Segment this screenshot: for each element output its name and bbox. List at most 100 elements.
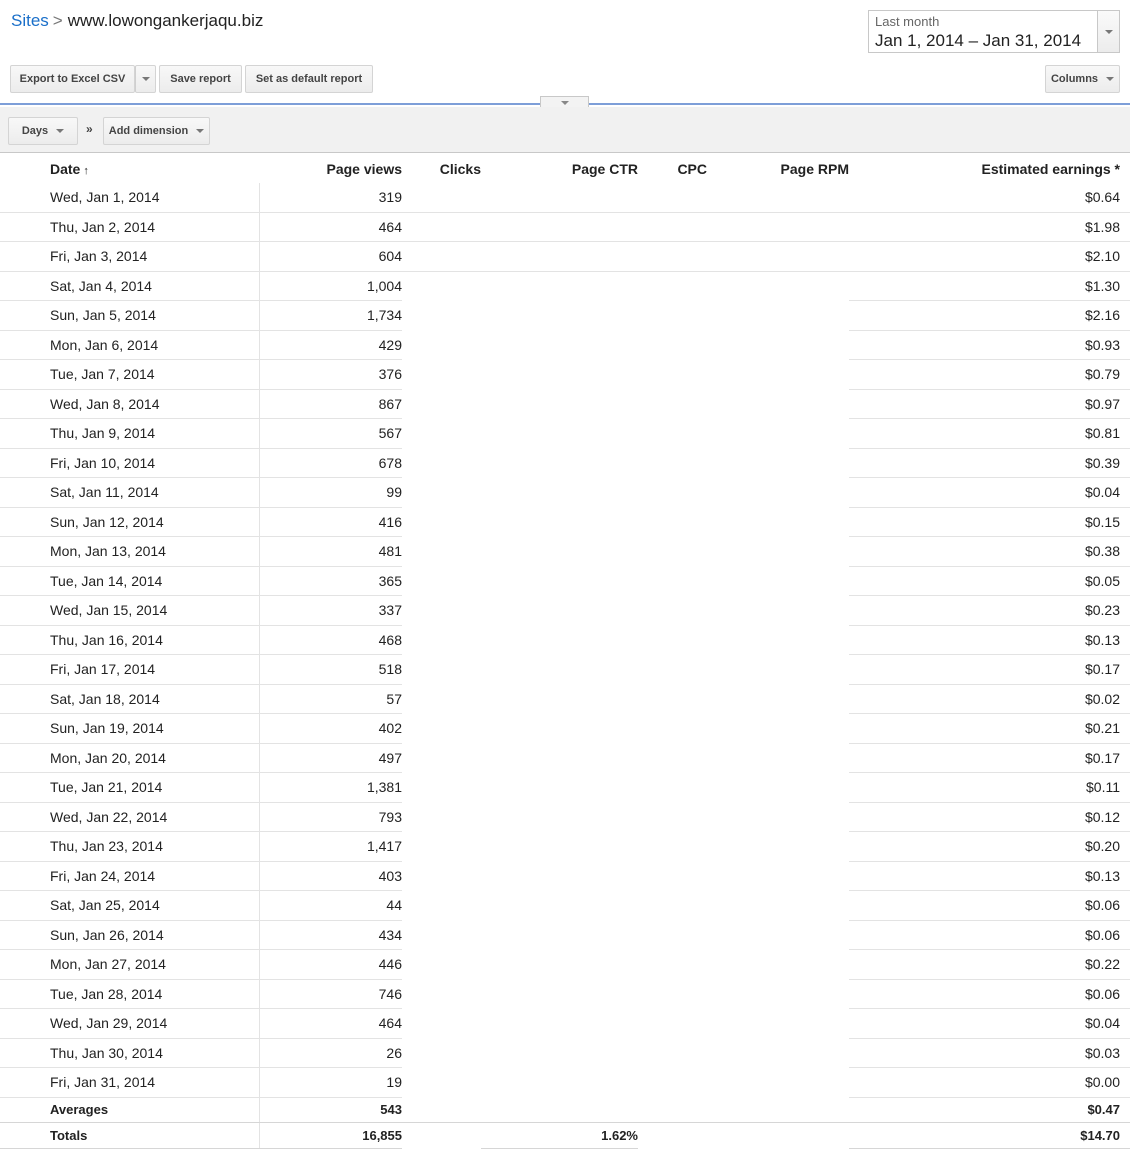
days-dimension-dropdown[interactable]: Days <box>8 117 78 145</box>
row-page-rpm <box>707 743 849 773</box>
row-page-rpm <box>707 979 849 1009</box>
row-page-ctr <box>481 507 638 537</box>
row-page-rpm <box>707 802 849 832</box>
row-page-views: 518 <box>259 654 402 685</box>
column-header-estimated-earnings[interactable]: Estimated earnings * <box>849 154 1130 183</box>
row-date: Fri, Jan 31, 2014 <box>0 1067 260 1098</box>
row-page-ctr <box>481 389 638 419</box>
row-date: Mon, Jan 13, 2014 <box>0 536 260 567</box>
row-earnings: $0.38 <box>849 536 1130 567</box>
add-dimension-dropdown[interactable]: Add dimension <box>103 117 210 145</box>
row-cpc <box>638 979 707 1009</box>
table-header-row: Date ↑ Page views Clicks Page CTR CPC Pag… <box>0 154 1130 183</box>
row-page-views: 497 <box>259 743 402 773</box>
row-page-ctr <box>481 330 638 360</box>
date-range-picker[interactable]: Last month Jan 1, 2014 – Jan 31, 2014 <box>868 10 1120 53</box>
date-range-dropdown-button[interactable] <box>1097 11 1119 52</box>
row-earnings: $0.04 <box>849 1008 1130 1039</box>
row-page-rpm <box>707 389 849 419</box>
row-date: Sun, Jan 12, 2014 <box>0 507 260 537</box>
row-clicks <box>402 301 481 331</box>
table-row: Sun, Jan 19, 2014 402 $0.21 <box>0 713 1130 744</box>
averages-earnings: $0.47 <box>849 1097 1130 1123</box>
row-page-views: 446 <box>259 949 402 980</box>
row-page-views: 19 <box>259 1067 402 1098</box>
set-default-report-button[interactable]: Set as default report <box>245 65 373 93</box>
row-earnings: $0.03 <box>849 1038 1130 1068</box>
row-date: Thu, Jan 23, 2014 <box>0 831 260 862</box>
table-body: Wed, Jan 1, 2014 319 $0.64 Thu, Jan 2, 2014… <box>0 183 1130 1098</box>
row-date: Sun, Jan 5, 2014 <box>0 300 260 331</box>
row-cpc <box>638 212 707 242</box>
row-clicks <box>402 832 481 862</box>
totals-page-rpm <box>707 1121 849 1148</box>
row-page-ctr <box>481 773 638 803</box>
row-clicks <box>402 920 481 950</box>
export-options-dropdown[interactable] <box>135 65 156 93</box>
chevron-down-icon <box>56 129 65 133</box>
table-row: Sat, Jan 18, 2014 57 $0.02 <box>0 684 1130 714</box>
table-row: Tue, Jan 7, 2014 376 $0.79 <box>0 359 1130 390</box>
row-clicks <box>402 360 481 390</box>
row-clicks <box>402 330 481 360</box>
column-header-page-ctr[interactable]: Page CTR <box>481 154 638 183</box>
row-date: Wed, Jan 22, 2014 <box>0 802 260 832</box>
row-page-rpm <box>707 183 849 213</box>
row-date: Fri, Jan 3, 2014 <box>0 241 260 272</box>
collapse-toggle[interactable] <box>540 96 589 107</box>
row-page-ctr <box>481 212 638 242</box>
totals-page-ctr: 1.62% <box>481 1121 638 1149</box>
row-page-ctr <box>481 743 638 773</box>
row-cpc <box>638 655 707 685</box>
row-cpc <box>638 183 707 213</box>
row-cpc <box>638 330 707 360</box>
row-date: Sat, Jan 25, 2014 <box>0 890 260 921</box>
row-clicks <box>402 1038 481 1068</box>
row-earnings: $0.17 <box>849 743 1130 773</box>
row-earnings: $0.06 <box>849 920 1130 950</box>
table-row: Tue, Jan 21, 2014 1,381 $0.11 <box>0 772 1130 803</box>
row-page-ctr <box>481 596 638 626</box>
totals-cpc <box>638 1121 707 1148</box>
row-date: Fri, Jan 10, 2014 <box>0 448 260 478</box>
columns-button[interactable]: Columns <box>1045 65 1120 93</box>
row-page-ctr <box>481 448 638 478</box>
row-page-rpm <box>707 212 849 242</box>
row-page-views: 429 <box>259 330 402 360</box>
table-row: Wed, Jan 22, 2014 793 $0.12 <box>0 802 1130 832</box>
row-date: Sat, Jan 4, 2014 <box>0 271 260 301</box>
row-clicks <box>402 183 481 213</box>
row-clicks <box>402 861 481 891</box>
averages-page-rpm <box>707 1097 849 1122</box>
export-csv-button[interactable]: Export to Excel CSV <box>10 65 135 93</box>
row-page-views: 1,417 <box>259 831 402 862</box>
table-row: Fri, Jan 17, 2014 518 $0.17 <box>0 654 1130 685</box>
table-row: Sat, Jan 25, 2014 44 $0.06 <box>0 890 1130 921</box>
row-page-ctr <box>481 891 638 921</box>
table-row: Mon, Jan 13, 2014 481 $0.38 <box>0 536 1130 567</box>
breadcrumb-current-site: www.lowongankerjaqu.biz <box>67 11 264 30</box>
column-header-clicks[interactable]: Clicks <box>402 154 481 183</box>
save-report-button[interactable]: Save report <box>159 65 242 93</box>
row-page-rpm <box>707 241 849 272</box>
table-row: Sun, Jan 5, 2014 1,734 $2.16 <box>0 300 1130 331</box>
row-cpc <box>638 743 707 773</box>
row-clicks <box>402 448 481 478</box>
breadcrumb-sites-link[interactable]: Sites <box>11 11 49 30</box>
date-range-value: Jan 1, 2014 – Jan 31, 2014 <box>875 31 1082 50</box>
row-page-views: 337 <box>259 595 402 626</box>
row-clicks <box>402 537 481 567</box>
row-page-ctr <box>481 301 638 331</box>
row-clicks <box>402 271 481 301</box>
totals-row: Totals 16,855 1.62% $14.70 <box>0 1121 1130 1149</box>
row-page-ctr <box>481 802 638 832</box>
column-header-cpc[interactable]: CPC <box>638 154 707 183</box>
column-header-date[interactable]: Date ↑ <box>0 154 259 183</box>
row-page-ctr <box>481 625 638 655</box>
column-header-page-rpm[interactable]: Page RPM <box>707 154 849 183</box>
row-date: Thu, Jan 2, 2014 <box>0 212 260 242</box>
row-page-rpm <box>707 478 849 508</box>
table-row: Thu, Jan 9, 2014 567 $0.81 <box>0 418 1130 449</box>
column-header-page-views[interactable]: Page views <box>259 154 403 183</box>
sort-ascending-icon: ↑ <box>83 164 89 177</box>
